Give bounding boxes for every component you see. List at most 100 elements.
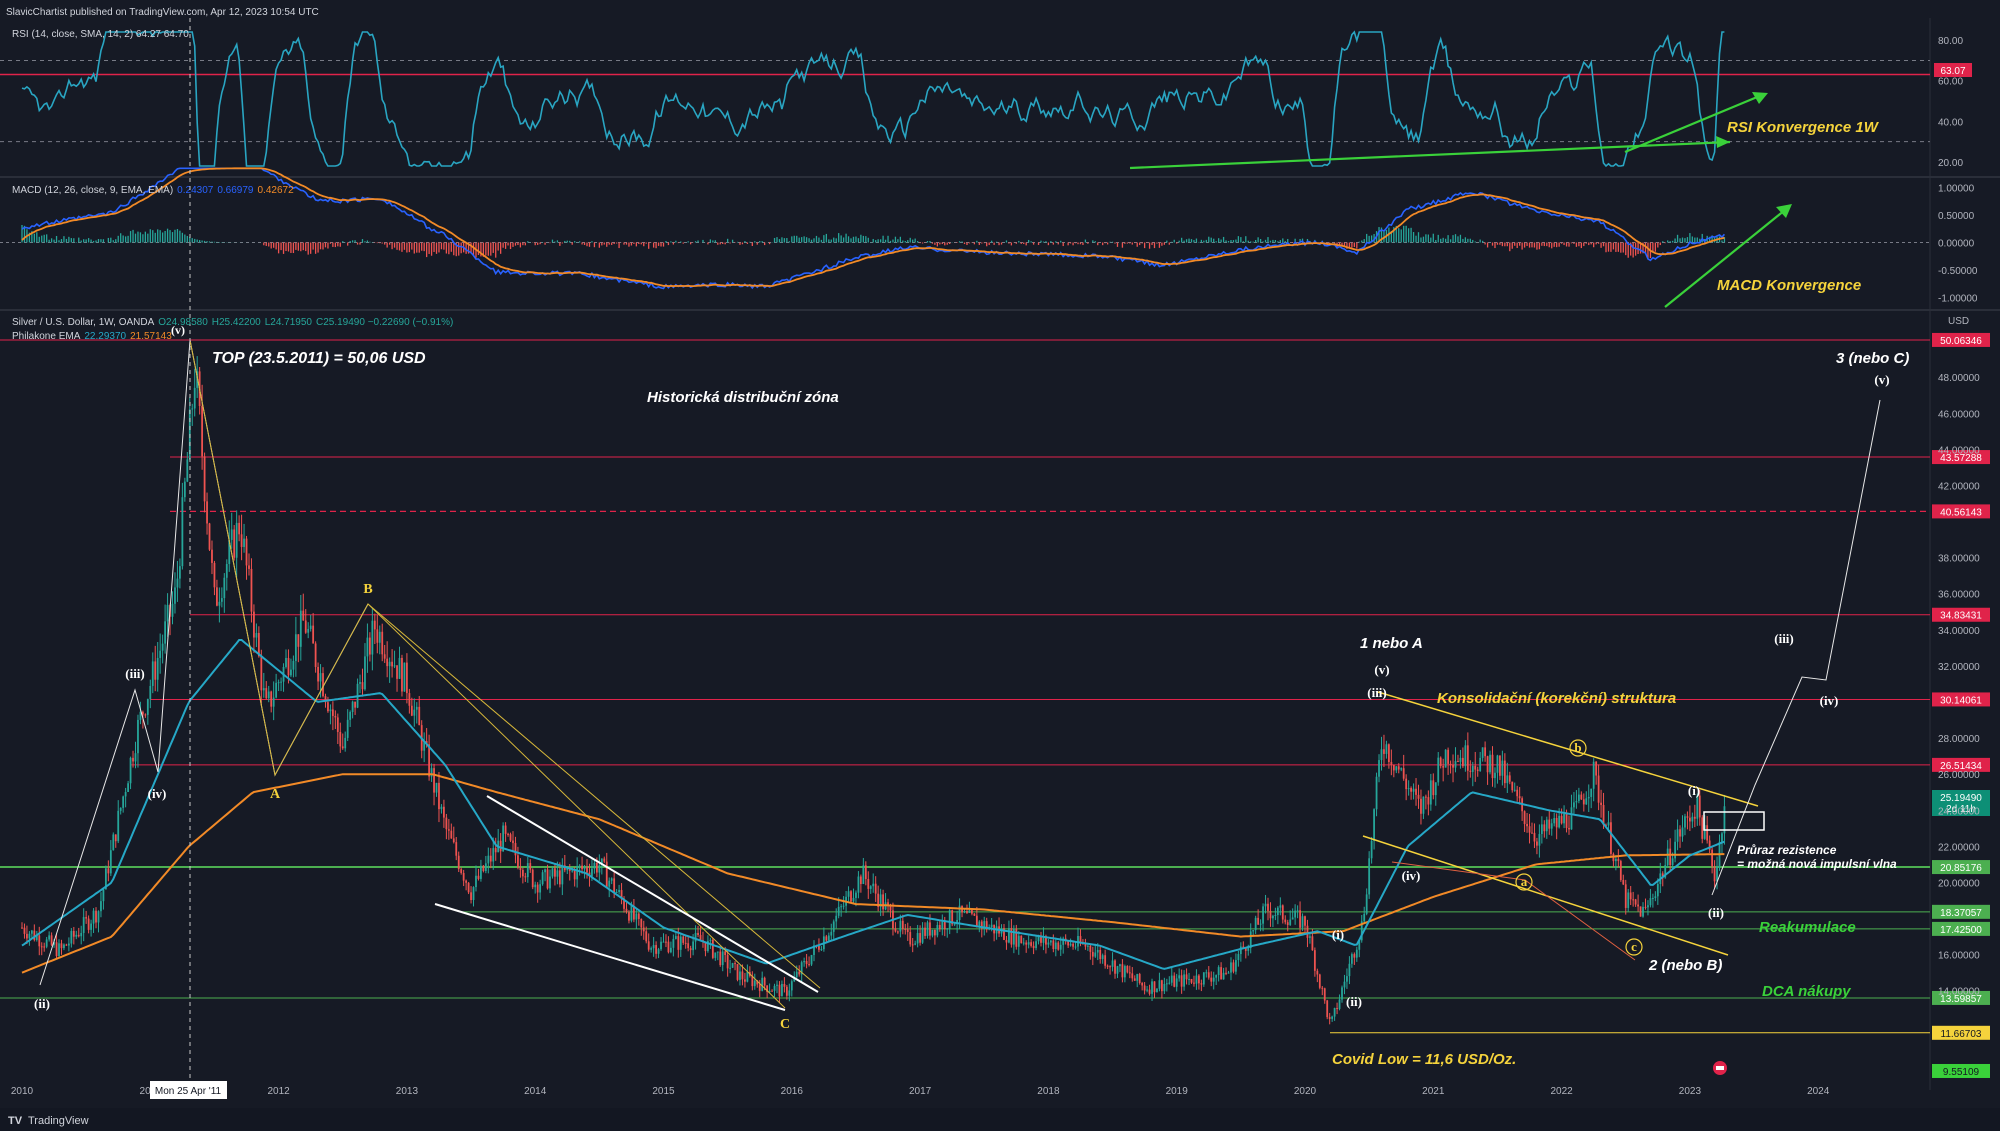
candle-body xyxy=(795,971,798,978)
candle-body xyxy=(1020,935,1023,944)
candle-body xyxy=(1701,817,1704,839)
candle-body xyxy=(287,657,290,676)
candle-body xyxy=(428,744,431,777)
candle-body xyxy=(156,657,159,680)
wave-label-ii-2023: (ii) xyxy=(1708,905,1724,920)
candle-body xyxy=(1074,946,1077,948)
candle-body xyxy=(914,943,917,945)
candle-body xyxy=(682,936,685,943)
price-tick: 22.00000 xyxy=(1938,842,1980,853)
event-flag-icon[interactable] xyxy=(1713,1061,1727,1075)
candle-body xyxy=(297,634,300,647)
candle-body xyxy=(48,935,51,940)
candle-body xyxy=(1136,974,1139,981)
candle-body xyxy=(302,610,305,621)
candle-body xyxy=(1523,811,1526,825)
candle-body xyxy=(415,706,418,710)
candle-body xyxy=(186,459,189,482)
candle-body xyxy=(275,682,278,698)
candle-body xyxy=(124,791,127,797)
candle-body xyxy=(1311,936,1314,951)
chart[interactable]: SlavicChartist published on TradingView.… xyxy=(0,0,2000,1131)
wave-1-or-a-label: 1 nebo A xyxy=(1360,635,1423,652)
wave-label-iv-2011: (iv) xyxy=(148,786,167,801)
candle-body xyxy=(1432,780,1435,796)
candle-body xyxy=(1099,949,1102,960)
candle-body xyxy=(1587,796,1590,799)
candle-body xyxy=(435,782,438,793)
candle-body xyxy=(1454,761,1457,768)
candle-body xyxy=(1383,749,1385,754)
candle-body xyxy=(457,855,460,870)
candle-body xyxy=(359,682,361,684)
candle-body xyxy=(1444,749,1447,768)
candle-body xyxy=(472,887,475,901)
candle-body xyxy=(509,834,512,841)
wave-label-iii-2020: (iii) xyxy=(1367,685,1387,700)
candle-body xyxy=(208,523,211,550)
candle-body xyxy=(660,941,662,950)
candle-body xyxy=(1531,832,1533,834)
candle-body xyxy=(1289,919,1292,925)
wave-label-A: A xyxy=(270,787,281,802)
candle-body xyxy=(1484,747,1487,757)
candle-body xyxy=(692,941,695,951)
candle-body xyxy=(1696,795,1699,819)
candle-body xyxy=(1568,827,1570,830)
candle-body xyxy=(1439,757,1442,767)
candle-body xyxy=(734,963,736,965)
level-price: 20.85176 xyxy=(1940,863,1982,874)
candle-body xyxy=(327,702,329,712)
tradingview-logo[interactable]: TV TradingView xyxy=(8,1115,89,1127)
candle-body xyxy=(1175,978,1178,987)
candle-body xyxy=(1153,981,1156,993)
candle-body xyxy=(1629,892,1632,900)
candle-body xyxy=(899,920,902,932)
macd-tick: -0.50000 xyxy=(1938,266,1978,277)
candle-body xyxy=(1178,975,1181,979)
current-price: 25.19490 xyxy=(1940,793,1982,804)
candle-body xyxy=(618,890,620,892)
candle-body xyxy=(1447,749,1450,764)
candle-body xyxy=(934,929,936,936)
candle-body xyxy=(341,746,344,749)
candle-body xyxy=(28,933,31,939)
svg-text:b: b xyxy=(1574,740,1581,755)
candle-body xyxy=(1380,749,1383,761)
candle-body xyxy=(1392,764,1395,771)
candle-body xyxy=(1299,910,1301,928)
candle-body xyxy=(1614,858,1617,862)
macd-tick: 0.50000 xyxy=(1938,211,1975,222)
candle-body xyxy=(1291,917,1294,920)
candle-body xyxy=(642,927,645,932)
candle-body xyxy=(1183,974,1186,987)
candle-body xyxy=(351,701,354,713)
candle-body xyxy=(87,918,90,930)
candle-body xyxy=(1227,972,1230,974)
candle-body xyxy=(1146,989,1148,991)
candle-body xyxy=(401,657,403,692)
candle-body xyxy=(1355,949,1358,958)
candle-body xyxy=(536,884,539,893)
candle-body xyxy=(1462,757,1464,767)
candle-body xyxy=(255,632,258,638)
candle-body xyxy=(1429,780,1432,805)
macd-legend: MACD (12, 26, close, 9, EMA, EMA) 0.24307… xyxy=(12,185,294,196)
candle-body xyxy=(1513,789,1516,791)
candle-body xyxy=(665,941,667,943)
candle-body xyxy=(445,817,448,830)
candle-body xyxy=(470,892,472,901)
candle-body xyxy=(146,699,149,715)
candle-body xyxy=(1294,910,1297,918)
candle-body xyxy=(1158,980,1161,989)
candle-body xyxy=(433,768,435,793)
level-price: 40.56143 xyxy=(1940,507,1982,518)
candle-body xyxy=(1671,858,1674,866)
candle-body xyxy=(151,661,154,686)
candle-body xyxy=(216,587,218,606)
candle-body xyxy=(1193,982,1195,984)
candle-body xyxy=(1385,744,1388,754)
candle-body xyxy=(519,867,522,871)
candle-body xyxy=(1580,794,1583,800)
candle-body xyxy=(1106,965,1109,967)
